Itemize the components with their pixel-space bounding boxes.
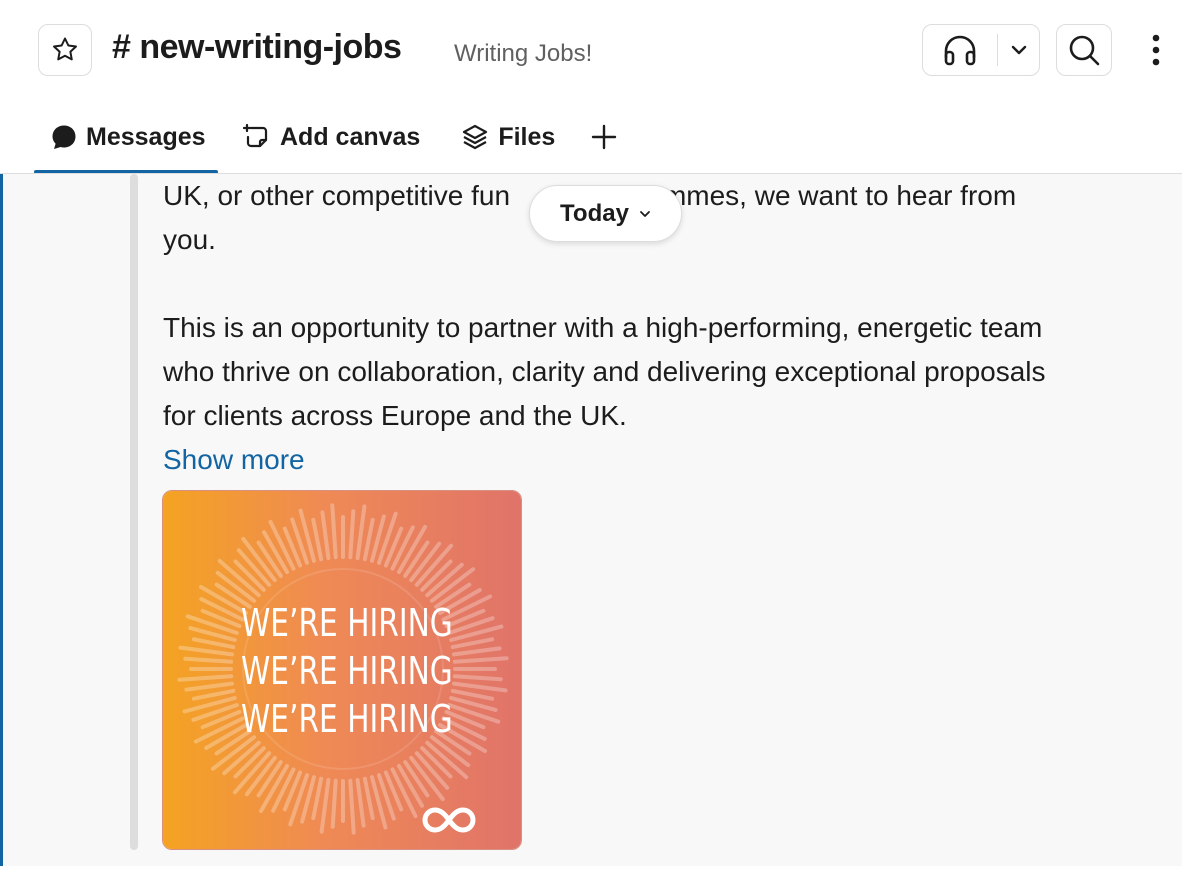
message-line: who thrive on collaboration, clarity and…: [163, 356, 1046, 387]
message-line: you.: [163, 224, 216, 255]
tab-files[interactable]: Files: [444, 112, 571, 162]
date-divider-pill[interactable]: Today: [529, 185, 682, 242]
star-channel-button[interactable]: [38, 24, 92, 76]
search-button[interactable]: [1056, 24, 1112, 76]
plus-icon: [590, 123, 618, 151]
kebab-icon: [1151, 33, 1161, 67]
message-bubble-icon: [50, 123, 78, 151]
image-attachment[interactable]: WE’RE HIRING WE’RE HIRING WE’RE HIRING: [162, 490, 522, 850]
chevron-down-icon: [1010, 44, 1028, 56]
channel-name[interactable]: # new-writing-jobs: [112, 28, 402, 67]
layers-icon: [460, 122, 490, 152]
tab-label: Add canvas: [280, 122, 421, 151]
date-label: Today: [560, 199, 629, 227]
chevron-down-icon: [639, 210, 651, 218]
quote-bar: [130, 174, 138, 850]
canvas-icon: [242, 122, 272, 152]
tab-label: Messages: [86, 122, 206, 151]
search-icon: [1066, 32, 1102, 68]
bottom-strip: [0, 866, 1182, 884]
hiring-line: WE’RE HIRING: [241, 697, 453, 741]
message-pane[interactable]: UK, or other competitive fun rammes, we w…: [3, 174, 1182, 866]
hiring-text: WE’RE HIRING WE’RE HIRING WE’RE HIRING: [241, 599, 453, 743]
huddle-options-button[interactable]: [998, 25, 1039, 75]
tab-add-canvas[interactable]: Add canvas: [226, 112, 436, 162]
channel-tabs: Messages Add canvas Files: [34, 112, 629, 174]
infinity-logo: [421, 805, 477, 835]
add-tab-button[interactable]: [579, 112, 629, 162]
start-huddle-button[interactable]: [923, 25, 997, 75]
more-options-button[interactable]: [1136, 24, 1176, 76]
hiring-line: WE’RE HIRING: [241, 649, 453, 693]
message-line: This is an opportunity to partner with a…: [163, 312, 1043, 343]
huddle-control: [922, 24, 1040, 76]
tab-label: Files: [498, 122, 556, 151]
message-text: rammes, we want to hear from: [638, 180, 1017, 211]
star-icon: [50, 35, 80, 65]
message-line: for clients across Europe and the UK.: [163, 400, 627, 431]
show-more-link[interactable]: Show more: [163, 438, 305, 482]
channel-topic[interactable]: Writing Jobs!: [454, 40, 592, 68]
hiring-line: WE’RE HIRING: [241, 601, 453, 645]
message-text: UK, or other competitive fun: [163, 180, 511, 211]
tab-messages[interactable]: Messages: [34, 112, 218, 174]
headphones-icon: [941, 33, 979, 67]
channel-header: # new-writing-jobs Writing Jobs! Message…: [0, 0, 1182, 174]
